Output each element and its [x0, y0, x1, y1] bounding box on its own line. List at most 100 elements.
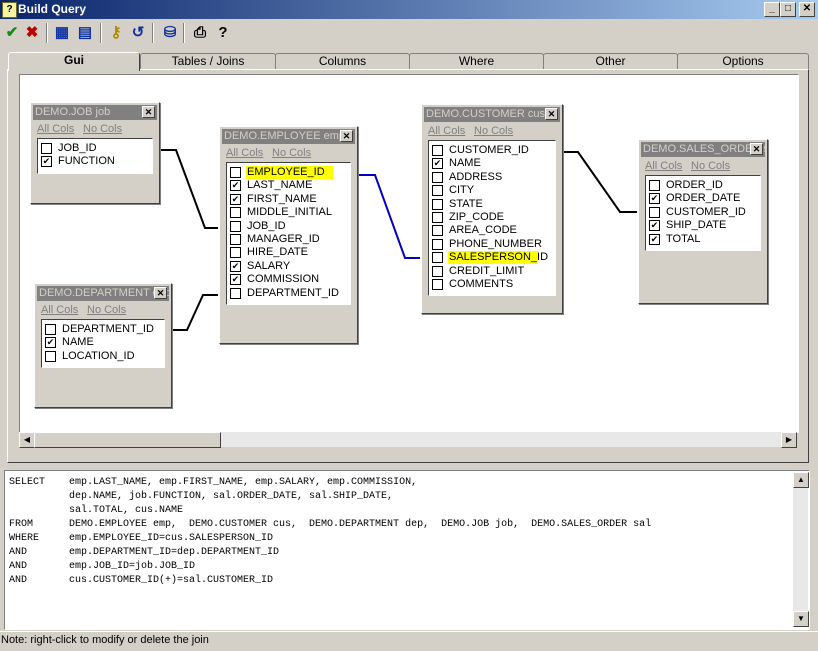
scroll-down-arrow-icon[interactable]: ▼ [793, 611, 809, 627]
table-window-title[interactable]: DEMO.JOB job [33, 105, 157, 120]
toolbar-separator [46, 23, 48, 43]
column-label: MIDDLE_INITIAL [247, 206, 332, 219]
close-table-icon[interactable]: ✕ [142, 106, 155, 118]
table-window-title[interactable]: DEMO.DEPARTMENT dep [37, 286, 169, 301]
table-window-title[interactable]: DEMO.EMPLOYEE emp [222, 129, 355, 144]
column-checkbox[interactable]: ✔ [649, 193, 660, 205]
scroll-right-arrow-icon[interactable]: ▶ [781, 432, 797, 448]
column-checkbox[interactable] [230, 167, 241, 178]
table-window-demo-employee[interactable]: DEMO.EMPLOYEE emp ✕ All Cols No Cols EMPLOYE… [219, 126, 358, 344]
column-checkbox[interactable] [432, 225, 443, 237]
key-icon[interactable]: ⚷ [106, 22, 126, 44]
column-list: DEPARTMENT_ID ✔ NAME LOCATION_ID [41, 319, 165, 369]
column-checkbox[interactable]: ✔ [230, 180, 241, 192]
sql-line[interactable]: sal.TOTAL, cus.NAME [9, 504, 651, 518]
query-canvas[interactable]: DEMO.JOB job ✕ All Cols No Cols JOB_ID ✔ FUNCT… [19, 74, 799, 433]
column-checkbox[interactable] [432, 185, 443, 197]
no-cols-link[interactable]: No Cols [87, 304, 126, 316]
column-checkbox[interactable]: ✔ [41, 156, 52, 168]
column-checkbox[interactable] [432, 198, 443, 210]
tab-tables-joins[interactable]: Tables / Joins [140, 53, 276, 70]
no-cols-link[interactable]: No Cols [691, 160, 730, 172]
column-checkbox[interactable] [230, 207, 241, 219]
column-checkbox[interactable]: ✔ [230, 193, 241, 205]
tab-gui[interactable]: Gui [8, 52, 140, 71]
sql-line[interactable]: AND cus.CUSTOMER_ID(+)=sal.CUSTOMER_ID [9, 574, 651, 588]
maximize-button[interactable]: □ [780, 2, 796, 17]
column-checkbox[interactable] [432, 212, 443, 223]
column-checkbox[interactable] [432, 265, 443, 277]
sql-line[interactable]: FROM DEMO.EMPLOYEE emp, DEMO.CUSTOMER cu… [9, 518, 651, 532]
tab-where[interactable]: Where [409, 53, 544, 70]
column-checkbox[interactable]: ✔ [649, 220, 660, 232]
all-cols-link[interactable]: All Cols [37, 123, 74, 135]
table-layout-icon[interactable]: ▤ [75, 22, 95, 44]
column-checkbox[interactable] [45, 324, 56, 335]
column-checkbox[interactable]: ✔ [45, 337, 56, 349]
column-checkbox[interactable]: ✔ [230, 274, 241, 286]
column-checkbox[interactable] [41, 143, 52, 154]
table-window-demo-department[interactable]: DEMO.DEPARTMENT dep ✕ All Cols No Cols DEPAR… [34, 283, 172, 408]
table-window-title[interactable]: DEMO.CUSTOMER cus [424, 107, 560, 122]
scroll-up-arrow-icon[interactable]: ▲ [793, 472, 809, 488]
help-icon[interactable]: ? [213, 22, 233, 44]
sql-line[interactable]: AND emp.DEPARTMENT_ID=dep.DEPARTMENT_ID [9, 546, 651, 560]
column-checkbox[interactable] [649, 206, 660, 218]
database-icon[interactable]: ⛁ [160, 22, 180, 44]
column-checkbox[interactable] [432, 145, 443, 156]
sql-line[interactable]: dep.NAME, job.FUNCTION, sal.ORDER_DATE, … [9, 490, 651, 504]
sql-text-area[interactable]: SELECT emp.LAST_NAME, emp.FIRST_NAME, em… [4, 470, 810, 630]
all-cols-link[interactable]: All Cols [226, 147, 263, 159]
table-window-demo-customer[interactable]: DEMO.CUSTOMER cus ✕ All Cols No Cols CUSTOME… [421, 104, 563, 314]
column-checkbox[interactable] [432, 171, 443, 183]
column-checkbox[interactable] [230, 287, 241, 299]
sql-line[interactable]: SELECT emp.LAST_NAME, emp.FIRST_NAME, em… [9, 476, 651, 490]
sql-line[interactable]: WHERE emp.EMPLOYEE_ID=cus.SALESPERSON_ID [9, 532, 651, 546]
tab-columns[interactable]: Columns [275, 53, 410, 70]
all-cols-link[interactable]: All Cols [645, 160, 682, 172]
all-cols-link[interactable]: All Cols [41, 304, 78, 316]
column-checkbox[interactable] [432, 279, 443, 290]
column-checkbox[interactable] [45, 350, 56, 362]
column-label: SALARY [247, 259, 291, 272]
table-window-demo-sales-order[interactable]: DEMO.SALES_ORDER sal ✕ All Cols No Cols ORDE… [638, 139, 768, 304]
sql-line[interactable]: AND emp.JOB_ID=job.JOB_ID [9, 560, 651, 574]
tab-options[interactable]: Options [677, 53, 809, 70]
column-checkbox[interactable] [230, 247, 241, 259]
close-table-icon[interactable]: ✕ [545, 108, 558, 120]
sql-vertical-scrollbar[interactable]: ▲ ▼ [793, 472, 809, 627]
close-table-icon[interactable]: ✕ [154, 287, 167, 299]
join-line-job-employee [161, 149, 218, 229]
cancel-x-icon[interactable]: ✖ [22, 22, 42, 44]
column-checkbox[interactable]: ✔ [649, 233, 660, 245]
table-window-demo-job[interactable]: DEMO.JOB job ✕ All Cols No Cols JOB_ID ✔ FUNCT… [30, 102, 160, 204]
column-checkbox[interactable] [230, 234, 241, 245]
column-checkbox[interactable]: ✔ [230, 260, 241, 272]
all-cols-link[interactable]: All Cols [428, 125, 465, 137]
close-table-icon[interactable]: ✕ [750, 143, 763, 155]
column-label: ORDER_DATE [666, 192, 741, 205]
column-checkbox[interactable] [230, 220, 241, 232]
sql-statement[interactable]: SELECT emp.LAST_NAME, emp.FIRST_NAME, em… [9, 476, 651, 588]
print-icon[interactable]: ⎙ [190, 22, 210, 44]
column-checkbox[interactable] [649, 180, 660, 191]
scroll-thumb[interactable] [34, 432, 221, 448]
no-cols-link[interactable]: No Cols [272, 147, 311, 159]
minimize-button[interactable]: _ [764, 2, 780, 17]
column-label: NAME [449, 157, 481, 170]
no-cols-link[interactable]: No Cols [474, 125, 513, 137]
column-checkbox[interactable] [432, 238, 443, 250]
canvas-horizontal-scrollbar[interactable]: ◀ ▶ [19, 432, 797, 448]
ok-check-icon[interactable]: ✔ [2, 22, 22, 44]
scroll-left-arrow-icon[interactable]: ◀ [19, 432, 35, 448]
table-window-title[interactable]: DEMO.SALES_ORDER sal [641, 142, 765, 157]
no-cols-link[interactable]: No Cols [83, 123, 122, 135]
tab-other[interactable]: Other [543, 53, 678, 70]
column-checkbox[interactable]: ✔ [432, 158, 443, 170]
add-table-icon[interactable]: ▦ [52, 22, 72, 44]
refresh-icon[interactable]: ↺ [128, 22, 148, 44]
close-button[interactable]: ✕ [799, 2, 815, 17]
close-table-icon[interactable]: ✕ [340, 130, 353, 142]
title-bar[interactable]: ? Build Query _ □ ✕ [0, 0, 818, 19]
column-checkbox[interactable] [432, 252, 443, 264]
